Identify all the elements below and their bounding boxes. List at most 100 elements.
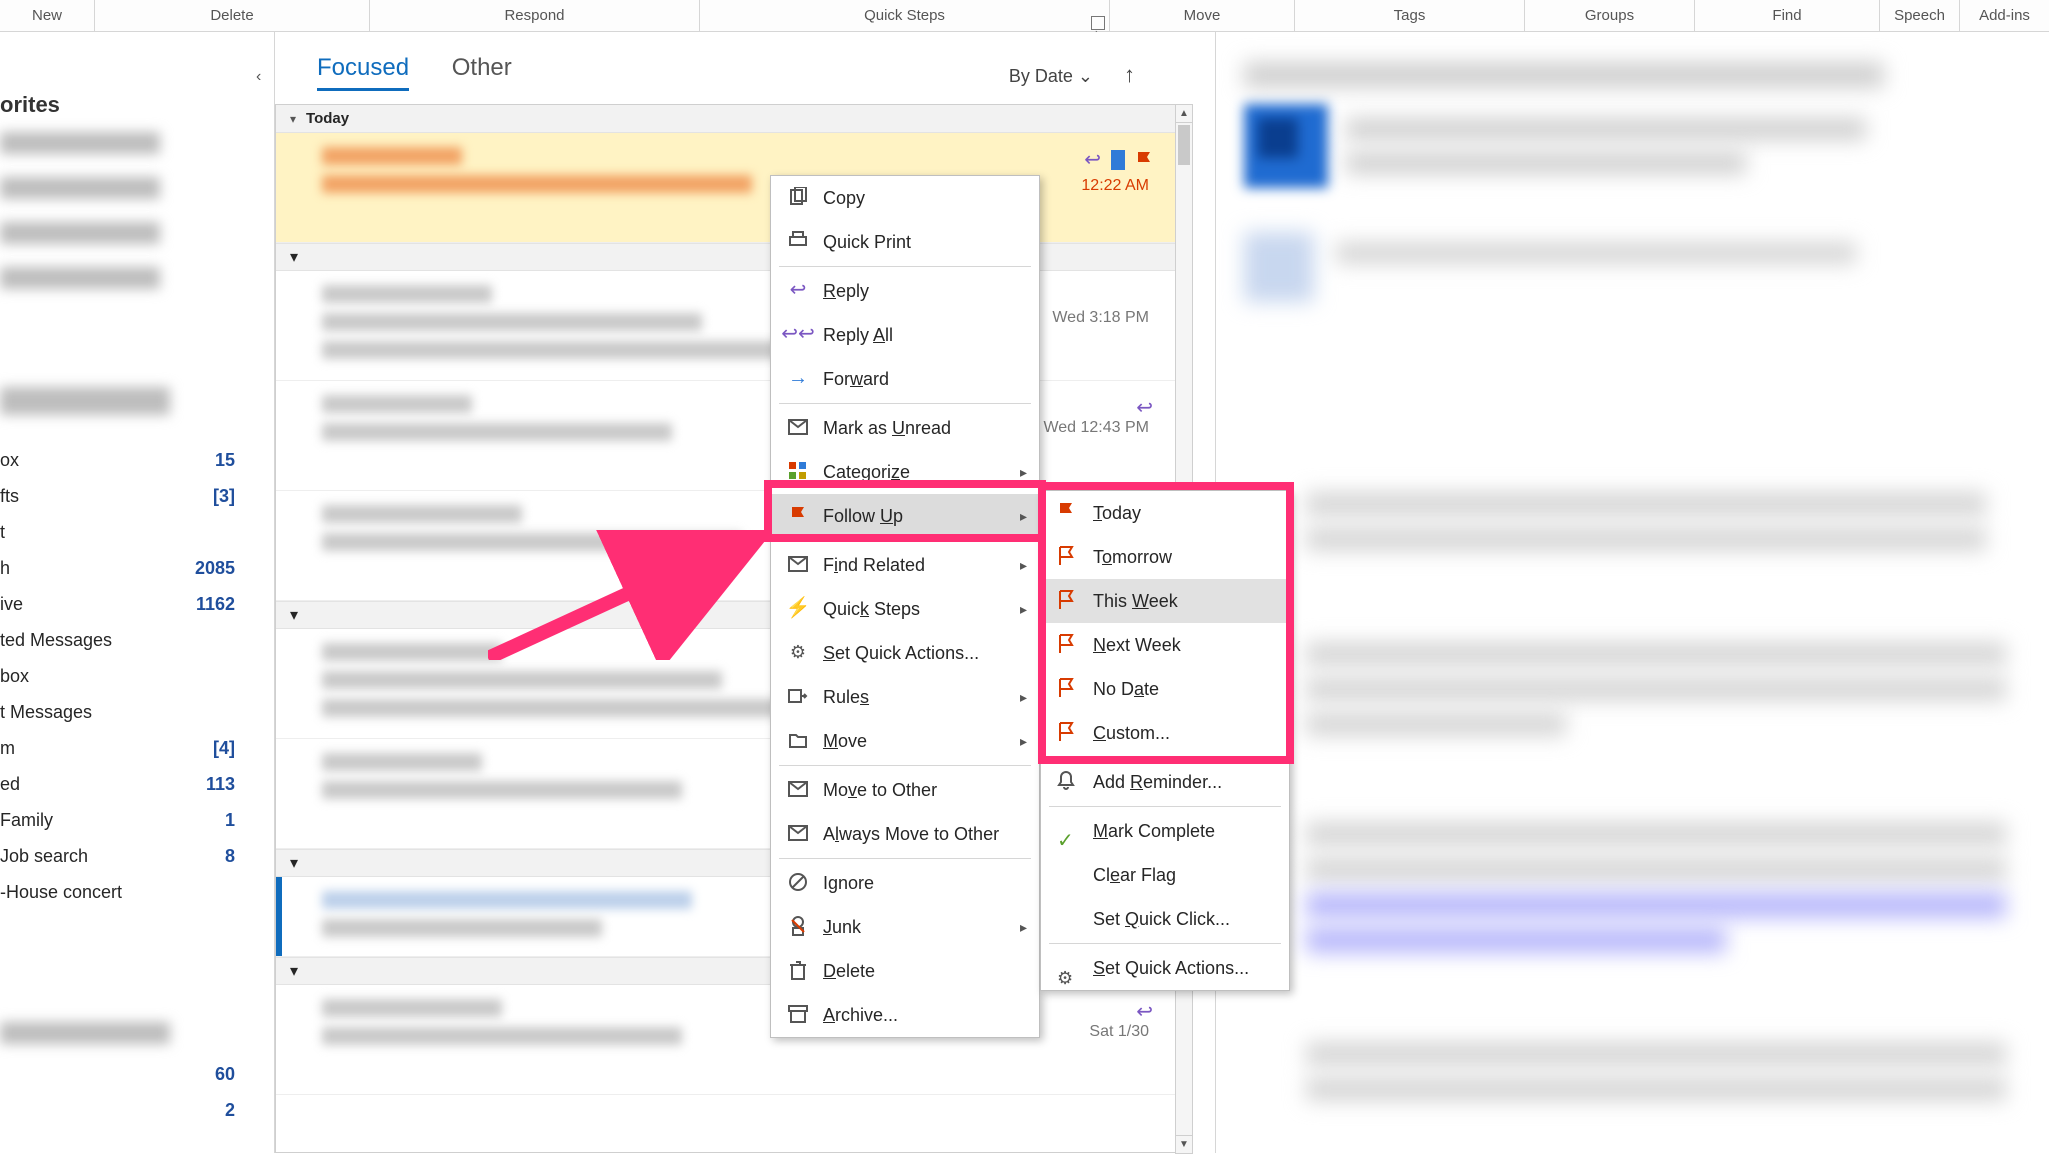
message-item[interactable]: ↩ Wed 12:43 PM <box>276 381 1179 491</box>
folder-deleted[interactable]: ted Messages <box>0 622 245 658</box>
menu-junk[interactable]: Junk▸ <box>771 905 1039 949</box>
ribbon-group-respond[interactable]: Respond <box>370 0 700 32</box>
redacted-block <box>1306 1077 2006 1101</box>
ribbon-group-speech[interactable]: Speech <box>1880 0 1960 32</box>
ribbon-group-move[interactable]: Move <box>1110 0 1295 32</box>
scroll-up-icon[interactable]: ▲ <box>1176 105 1192 123</box>
folder-extra-1[interactable]: 60 <box>0 1056 245 1092</box>
ignore-icon <box>787 871 809 893</box>
redacted-subject <box>322 781 682 799</box>
menu-rules[interactable]: Rules▸ <box>771 675 1039 719</box>
menu-set-quick-actions[interactable]: ⚙Set Quick Actions... <box>771 631 1039 675</box>
message-time: Wed 12:43 PM <box>1043 419 1149 437</box>
tab-focused[interactable]: Focused <box>317 54 409 91</box>
reply-icon[interactable]: ↩ <box>1084 147 1101 172</box>
menu-mark-unread[interactable]: Mark as Unread <box>771 406 1039 450</box>
menu-label: Follow Up <box>823 506 903 526</box>
ribbon-group-groups[interactable]: Groups <box>1525 0 1695 32</box>
menu-ignore[interactable]: Ignore <box>771 861 1039 905</box>
menu-reply-all[interactable]: ↩↩Reply All <box>771 313 1039 357</box>
folder-jobsearch[interactable]: Job search8 <box>0 838 245 874</box>
message-item-selected[interactable]: ↩ 12:22 AM <box>276 133 1179 243</box>
collapse-nav-icon[interactable]: ‹ <box>256 68 261 86</box>
scroll-thumb[interactable] <box>1178 125 1190 165</box>
menu-delete[interactable]: Delete <box>771 949 1039 993</box>
menu-reply[interactable]: ↩Reply <box>771 269 1039 313</box>
sort-control[interactable]: By Date ⌄ ↑ <box>1009 62 1135 88</box>
folder-outbox[interactable]: box <box>0 658 245 694</box>
followup-custom[interactable]: Custom... <box>1041 711 1289 755</box>
followup-today[interactable]: Today <box>1041 491 1289 535</box>
flag-icon[interactable] <box>1135 150 1153 170</box>
reply-icon[interactable]: ↩ <box>1136 395 1153 420</box>
folder-spam[interactable]: m[4] <box>0 730 245 766</box>
folder-flagged[interactable]: ed113 <box>0 766 245 802</box>
folder-archive[interactable]: ive1162 <box>0 586 245 622</box>
folder-house-concert[interactable]: -House concert <box>0 874 245 910</box>
menu-follow-up[interactable]: Follow Up▸ <box>771 494 1039 538</box>
folder-list: ox15 fts[3] t h2085 ive1162 ted Messages… <box>0 442 245 910</box>
sort-direction-icon[interactable]: ↑ <box>1124 62 1135 87</box>
followup-mark-complete[interactable]: ✓Mark Complete <box>1041 809 1289 853</box>
menu-always-move-to-other[interactable]: Always Move to Other <box>771 812 1039 856</box>
ribbon-group-tags[interactable]: Tags <box>1295 0 1525 32</box>
envelope-icon <box>787 416 809 438</box>
menu-label: Archive... <box>823 1005 898 1025</box>
followup-set-quick-actions[interactable]: ⚙Set Quick Actions... <box>1041 946 1289 990</box>
chevron-right-icon: ▸ <box>1020 675 1027 719</box>
message-item[interactable]: Wed 3:18 PM <box>276 271 1179 381</box>
redacted-sender <box>322 147 462 165</box>
blank-icon <box>1057 907 1079 929</box>
redacted-block <box>1346 152 1746 174</box>
folder-family[interactable]: Family1 <box>0 802 245 838</box>
ribbon-group-addins[interactable]: Add-ins <box>1960 0 2049 32</box>
date-group-collapse[interactable]: ▾ <box>276 243 1179 271</box>
ribbon-group-delete[interactable]: Delete <box>95 0 370 32</box>
menu-categorize[interactable]: Categorize▸ <box>771 450 1039 494</box>
ribbon-label: Respond <box>504 0 564 32</box>
folder-trash[interactable]: h2085 <box>0 550 245 586</box>
chevron-down-icon: ▾ <box>290 605 298 625</box>
dialog-launcher-icon[interactable]: ↘ <box>1091 16 1105 30</box>
menu-quick-steps[interactable]: ⚡Quick Steps▸ <box>771 587 1039 631</box>
reply-icon[interactable]: ↩ <box>1136 999 1153 1024</box>
menu-label: Today <box>1093 503 1141 523</box>
followup-tomorrow[interactable]: Tomorrow <box>1041 535 1289 579</box>
ribbon-group-quicksteps[interactable]: Quick Steps ↘ <box>700 0 1110 32</box>
folder-inbox[interactable]: ox15 <box>0 442 245 478</box>
followup-this-week[interactable]: This Week <box>1041 579 1289 623</box>
menu-quick-print[interactable]: Quick Print <box>771 220 1039 264</box>
followup-submenu: Today Tomorrow This Week Next Week No Da… <box>1040 490 1290 991</box>
folder-drafts[interactable]: fts[3] <box>0 478 245 514</box>
followup-add-reminder[interactable]: Add Reminder... <box>1041 760 1289 804</box>
redacted-block <box>0 132 160 154</box>
followup-no-date[interactable]: No Date <box>1041 667 1289 711</box>
folder-extra-2[interactable]: 2 <box>0 1092 245 1128</box>
menu-forward[interactable]: →Forward <box>771 357 1039 401</box>
ribbon-label: Quick Steps <box>864 0 945 32</box>
scroll-down-icon[interactable]: ▼ <box>1176 1135 1192 1153</box>
followup-clear-flag[interactable]: Clear Flag <box>1041 853 1289 897</box>
message-item[interactable]: ↩ Sat 1/30 <box>276 985 1179 1095</box>
envelope-icon <box>787 553 809 575</box>
date-group-today[interactable]: ▾ Today <box>276 105 1179 133</box>
folder-sent[interactable]: t <box>0 514 245 550</box>
menu-label: Reply All <box>823 325 893 345</box>
followup-next-week[interactable]: Next Week <box>1041 623 1289 667</box>
redacted-block <box>1244 232 1314 302</box>
menu-archive[interactable]: Archive... <box>771 993 1039 1037</box>
menu-move-to-other[interactable]: Move to Other <box>771 768 1039 812</box>
ribbon-group-new[interactable]: New <box>0 0 95 32</box>
ribbon-group-find[interactable]: Find <box>1695 0 1880 32</box>
tab-other[interactable]: Other <box>452 54 512 88</box>
redacted-preview <box>322 699 822 717</box>
followup-set-quick-click[interactable]: Set Quick Click... <box>1041 897 1289 941</box>
chevron-right-icon: ▸ <box>1020 543 1027 587</box>
menu-move[interactable]: Move▸ <box>771 719 1039 763</box>
folder-sentmsg[interactable]: t Messages <box>0 694 245 730</box>
menu-copy[interactable]: Copy <box>771 176 1039 220</box>
category-icon[interactable] <box>1111 150 1125 170</box>
forward-icon: → <box>787 367 809 389</box>
redacted-block <box>0 387 170 415</box>
menu-find-related[interactable]: Find Related▸ <box>771 543 1039 587</box>
